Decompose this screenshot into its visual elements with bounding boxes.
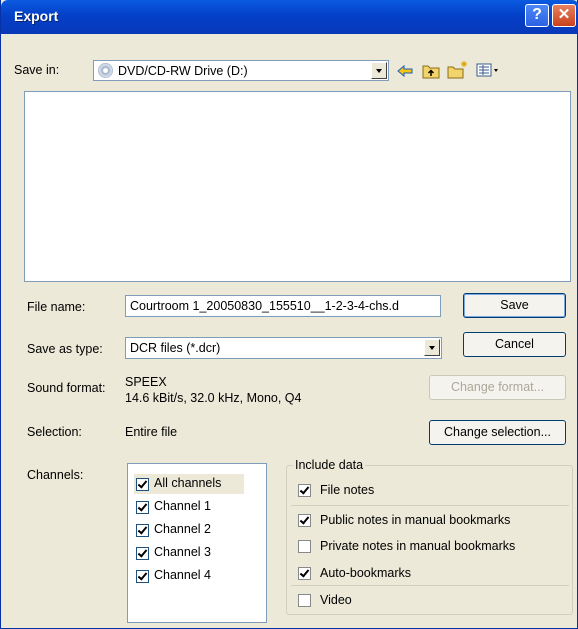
change-format-button[interactable]: Change format... xyxy=(429,375,566,400)
file-name-value: Courtroom 1_20050830_155510__1-2-3-4-chs… xyxy=(130,299,399,313)
list-item[interactable]: Channel 1 xyxy=(134,497,244,517)
sound-format-label: Sound format: xyxy=(27,381,106,395)
save-as-type-label: Save as type: xyxy=(27,342,103,356)
sound-format-details: 14.6 kBit/s, 32.0 kHz, Mono, Q4 xyxy=(125,391,302,405)
cd-drive-icon xyxy=(98,63,113,78)
help-button[interactable]: ? xyxy=(525,4,549,27)
video-label: Video xyxy=(320,593,352,607)
video-checkbox[interactable] xyxy=(298,594,311,607)
save-in-value: DVD/CD-RW Drive (D:) xyxy=(118,64,248,78)
change-selection-button[interactable]: Change selection... xyxy=(429,420,566,445)
channels-label: Channels: xyxy=(27,468,84,482)
include-data-label: Include data xyxy=(293,458,366,472)
file-name-label: File name: xyxy=(27,300,86,314)
file-notes-checkbox[interactable] xyxy=(298,484,311,497)
channel-2-checkbox[interactable] xyxy=(136,524,149,537)
back-icon[interactable] xyxy=(396,63,414,79)
save-as-type-value: DCR files (*.dcr) xyxy=(130,341,221,355)
close-button[interactable]: ✕ xyxy=(552,4,576,27)
save-in-dropdown-arrow[interactable] xyxy=(371,62,387,79)
close-icon: ✕ xyxy=(557,6,571,23)
export-dialog: Export ? ✕ Save in: DVD/CD-RW Drive (D:)… xyxy=(0,0,578,629)
file-list[interactable] xyxy=(24,91,571,282)
channel-label: All channels xyxy=(154,476,222,490)
file-name-input[interactable]: Courtroom 1_20050830_155510__1-2-3-4-chs… xyxy=(125,295,441,317)
save-button[interactable]: Save xyxy=(463,293,566,318)
selection-label: Selection: xyxy=(27,425,82,439)
new-folder-icon[interactable] xyxy=(447,60,469,79)
list-item[interactable]: Channel 2 xyxy=(134,520,244,540)
question-icon: ? xyxy=(532,6,542,23)
channel-3-checkbox[interactable] xyxy=(136,547,149,560)
up-folder-icon[interactable] xyxy=(422,62,440,79)
dialog-title: Export xyxy=(14,8,59,24)
divider xyxy=(291,505,569,506)
list-item[interactable]: Channel 3 xyxy=(134,543,244,563)
save-in-dropdown[interactable]: DVD/CD-RW Drive (D:) xyxy=(93,60,389,81)
public-notes-label: Public notes in manual bookmarks xyxy=(320,513,511,527)
channel-1-checkbox[interactable] xyxy=(136,501,149,514)
auto-bookmarks-label: Auto-bookmarks xyxy=(320,566,412,580)
channels-list[interactable]: All channels Channel 1 Channel 2 Channel… xyxy=(127,463,267,623)
save-as-type-dropdown-arrow[interactable] xyxy=(424,339,440,356)
sound-format-codec: SPEEX xyxy=(125,375,167,389)
file-notes-label: File notes xyxy=(320,483,375,497)
channel-label: Channel 4 xyxy=(154,568,211,582)
private-notes-label: Private notes in manual bookmarks xyxy=(320,539,516,553)
private-notes-checkbox[interactable] xyxy=(298,540,311,553)
divider xyxy=(291,585,569,586)
list-item[interactable]: Channel 4 xyxy=(134,566,244,586)
view-menu-icon[interactable] xyxy=(476,63,500,78)
channel-label: Channel 3 xyxy=(154,545,211,559)
public-notes-checkbox[interactable] xyxy=(298,514,311,527)
channel-label: Channel 1 xyxy=(154,499,211,513)
list-item[interactable]: All channels xyxy=(134,474,244,494)
channel-4-checkbox[interactable] xyxy=(136,570,149,583)
cancel-button[interactable]: Cancel xyxy=(463,332,566,357)
title-bar[interactable]: Export ? ✕ xyxy=(1,0,578,34)
selection-value: Entire file xyxy=(125,425,178,439)
all-channels-checkbox[interactable] xyxy=(136,478,149,491)
save-in-label: Save in: xyxy=(14,63,60,77)
save-as-type-dropdown[interactable]: DCR files (*.dcr) xyxy=(125,337,442,359)
auto-bookmarks-checkbox[interactable] xyxy=(298,567,311,580)
channel-label: Channel 2 xyxy=(154,522,211,536)
